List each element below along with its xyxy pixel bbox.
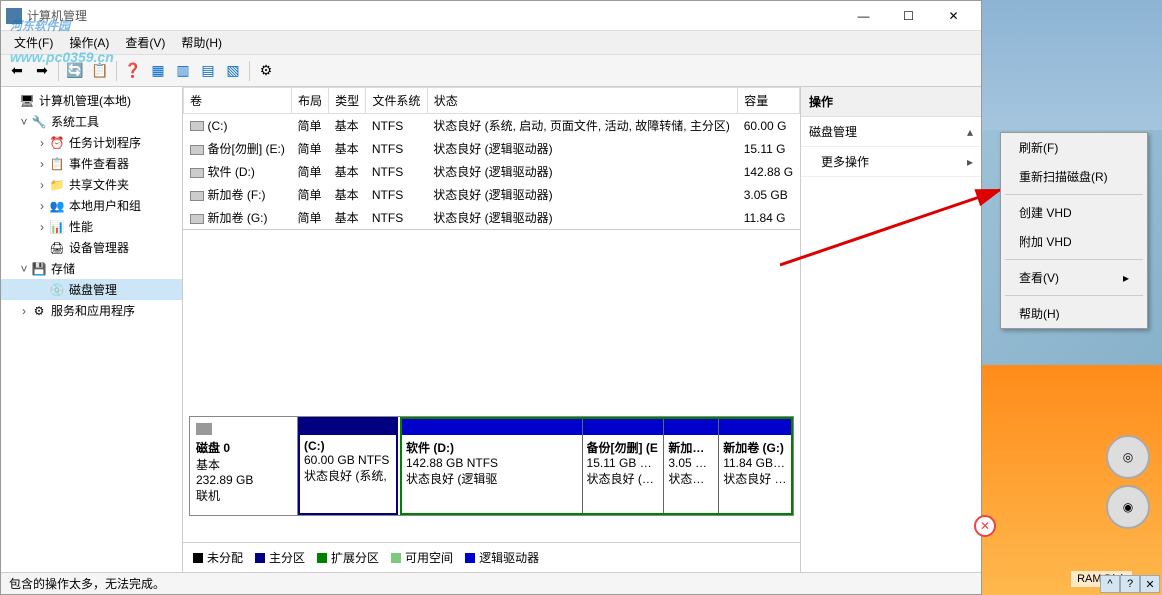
forward-button[interactable]: ➡ [31,60,53,82]
center-panel: 卷 布局 类型 文件系统 状态 容量 (C:)简单基本NTFS状态良好 (系统,… [183,87,801,572]
col-volume[interactable]: 卷 [184,88,292,114]
view-button1[interactable]: ▦ [147,60,169,82]
close-widget-icon[interactable]: ✕ [974,515,996,537]
table-row[interactable]: 软件 (D:)简单基本NTFS状态良好 (逻辑驱动器)142.88 G [184,160,800,183]
help-btn-1[interactable]: ^ [1100,575,1120,593]
col-capacity[interactable]: 容量 [738,88,800,114]
view-button2[interactable]: ▥ [172,60,194,82]
partition[interactable]: 软件 (D:)142.88 GB NTFS状态良好 (逻辑驱 [402,419,583,513]
volume-table: 卷 布局 类型 文件系统 状态 容量 (C:)简单基本NTFS状态良好 (系统,… [183,87,800,230]
back-button[interactable]: ⬅ [6,60,28,82]
disk-icon [196,423,212,435]
chevron-right-icon: ▸ [967,155,973,169]
menu-action[interactable]: 操作(A) [61,31,117,54]
partition[interactable]: 新加卷 (G:)11.84 GB NT状态良好 (逻 [719,419,791,513]
table-row[interactable]: (C:)简单基本NTFS状态良好 (系统, 启动, 页面文件, 活动, 故障转储… [184,114,800,138]
menu-context-help[interactable]: 帮助(H) [1001,299,1147,328]
tree-local-users[interactable]: ›👥本地用户和组 [1,195,182,216]
menu-view[interactable]: 查看(V) [117,31,173,54]
context-menu: 刷新(F) 重新扫描磁盘(R) 创建 VHD 附加 VHD 查看(V)▸ 帮助(… [1000,132,1148,329]
toolbar: ⬅ ➡ 🔄 📋 ❓ ▦ ▥ ▤ ▧ ⚙ [1,55,981,87]
properties-button[interactable]: 📋 [89,60,111,82]
tree-disk-management[interactable]: 💿磁盘管理 [1,279,182,300]
actions-more-ops[interactable]: 更多操作 ▸ [801,147,981,177]
settings-button[interactable]: ⚙ [255,60,277,82]
computer-management-window: 计算机管理 — ☐ ✕ 文件(F) 操作(A) 查看(V) 帮助(H) ⬅ ➡ … [0,0,982,595]
minimize-button[interactable]: — [841,2,886,30]
window-title: 计算机管理 [27,7,841,24]
view-button3[interactable]: ▤ [197,60,219,82]
col-status[interactable]: 状态 [427,88,737,114]
titlebar: 计算机管理 — ☐ ✕ [1,1,981,31]
partition[interactable]: 新加卷 (F:3.05 GB N状态良好 [664,419,719,513]
tree-event-viewer[interactable]: ›📋事件查看器 [1,153,182,174]
view-button4[interactable]: ▧ [222,60,244,82]
menu-rescan[interactable]: 重新扫描磁盘(R) [1001,162,1147,191]
menu-file[interactable]: 文件(F) [6,31,61,54]
tree-performance[interactable]: ›📊性能 [1,216,182,237]
statusbar: 包含的操作太多，无法完成。 [1,572,981,594]
disk-row: 磁盘 0 基本 232.89 GB 联机 (C:) 60.00 GB NTFS … [189,416,794,516]
help-btn-2[interactable]: ? [1120,575,1140,593]
help-button[interactable]: ❓ [122,60,144,82]
menu-refresh[interactable]: 刷新(F) [1001,133,1147,162]
extended-partition-group: 软件 (D:)142.88 GB NTFS状态良好 (逻辑驱备份[勿删] (E1… [400,417,793,515]
table-header-row: 卷 布局 类型 文件系统 状态 容量 [184,88,800,114]
collapse-icon: ▴ [967,125,973,139]
actions-panel: 操作 磁盘管理 ▴ 更多操作 ▸ [801,87,981,572]
tree-system-tools[interactable]: ˅🔧系统工具 [1,111,182,132]
tree-panel: 🖥计算机管理(本地) ˅🔧系统工具 ›⏰任务计划程序 ›📋事件查看器 ›📁共享文… [1,87,183,572]
table-row[interactable]: 备份[勿删] (E:)简单基本NTFS状态良好 (逻辑驱动器)15.11 G [184,137,800,160]
table-row[interactable]: 新加卷 (F:)简单基本NTFS状态良好 (逻辑驱动器)3.05 GB [184,183,800,206]
app-icon [6,8,22,24]
tree-storage[interactable]: ˅💾存储 [1,258,182,279]
col-type[interactable]: 类型 [329,88,366,114]
maximize-button[interactable]: ☐ [886,2,931,30]
help-btn-3[interactable]: ✕ [1140,575,1160,593]
legend: 未分配 主分区 扩展分区 可用空间 逻辑驱动器 [183,542,800,572]
col-fs[interactable]: 文件系统 [366,88,427,114]
close-button[interactable]: ✕ [931,2,976,30]
partition[interactable]: 备份[勿删] (E15.11 GB NTF状态良好 (逻辑 [583,419,665,513]
actions-header: 操作 [801,87,981,117]
menu-create-vhd[interactable]: 创建 VHD [1001,198,1147,227]
tree-shared-folders[interactable]: ›📁共享文件夹 [1,174,182,195]
menubar: 文件(F) 操作(A) 查看(V) 帮助(H) [1,31,981,55]
widget-button-1[interactable]: ◎ [1106,435,1150,479]
menu-attach-vhd[interactable]: 附加 VHD [1001,227,1147,256]
disk-info[interactable]: 磁盘 0 基本 232.89 GB 联机 [190,417,298,515]
actions-disk-mgmt[interactable]: 磁盘管理 ▴ [801,117,981,147]
menu-view[interactable]: 查看(V)▸ [1001,263,1147,292]
tree-task-scheduler[interactable]: ›⏰任务计划程序 [1,132,182,153]
partition-primary[interactable]: (C:) 60.00 GB NTFS 状态良好 (系统, [298,417,398,515]
menu-help[interactable]: 帮助(H) [173,31,230,54]
tree-device-manager[interactable]: 🖨设备管理器 [1,237,182,258]
submenu-arrow-icon: ▸ [1123,271,1129,285]
tree-root[interactable]: 🖥计算机管理(本地) [1,90,182,111]
col-layout[interactable]: 布局 [291,88,328,114]
desktop-widget: ◎ ◉ ✕ [982,365,1162,595]
tree-services[interactable]: ›⚙服务和应用程序 [1,300,182,321]
widget-button-2[interactable]: ◉ [1106,485,1150,529]
refresh-button[interactable]: 🔄 [64,60,86,82]
help-buttons: ^ ? ✕ [1100,575,1160,593]
table-row[interactable]: 新加卷 (G:)简单基本NTFS状态良好 (逻辑驱动器)11.84 G [184,206,800,229]
disk-graphic: 磁盘 0 基本 232.89 GB 联机 (C:) 60.00 GB NTFS … [183,230,800,542]
